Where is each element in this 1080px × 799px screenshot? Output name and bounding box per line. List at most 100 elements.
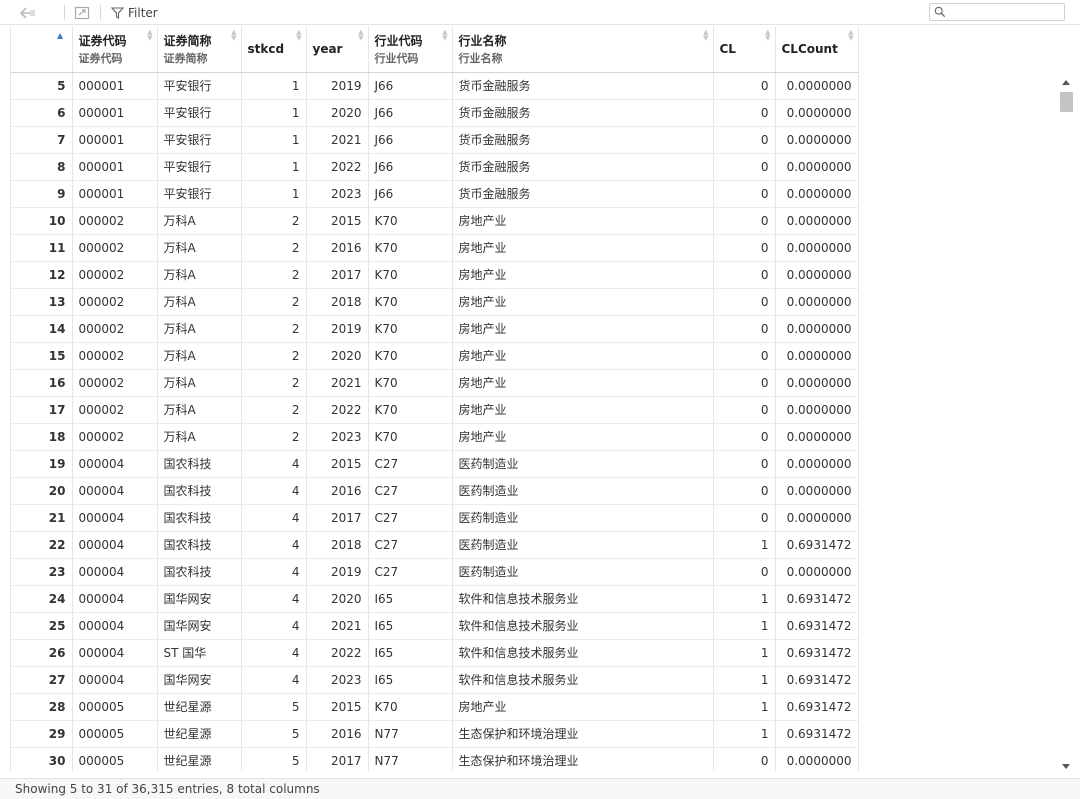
table-row[interactable]: 10 000002 万科A 2 2015 K70 房地产业 0 0.0000000 [11, 207, 859, 235]
search-box[interactable] [929, 3, 1065, 21]
table-row[interactable]: 28 000005 世纪星源 5 2015 K70 房地产业 1 0.6931472 [11, 693, 859, 721]
table-row[interactable]: 14 000002 万科A 2 2019 K70 房地产业 0 0.0000000 [11, 315, 859, 343]
cell-ind-name: 货币金融服务 [452, 126, 714, 154]
table-row[interactable]: 19 000004 国农科技 4 2015 C27 医药制造业 0 0.0000000 [11, 450, 859, 478]
cell-clcount: 0.0000000 [775, 207, 859, 235]
cell-year: 2023 [306, 666, 369, 694]
table-row[interactable]: 23 000004 国农科技 4 2019 C27 医药制造业 0 0.0000000 [11, 558, 859, 586]
header-cell-year[interactable]: year ▲ ▼ [306, 26, 369, 73]
cell-stkcd: 5 [241, 747, 307, 771]
cell-code: 000005 [72, 693, 158, 721]
cell-year: 2020 [306, 342, 369, 370]
cell-rownum: 7 [11, 126, 73, 154]
cell-rownum: 30 [11, 747, 73, 771]
cell-clcount: 0.0000000 [775, 72, 859, 100]
cell-ind-name: 房地产业 [452, 423, 714, 451]
header-cell-cl[interactable]: CL ▲ ▼ [713, 26, 776, 73]
header-cell-clcount[interactable]: CLCount ▲ ▼ [775, 26, 859, 73]
cell-name: 国华网安 [157, 666, 242, 694]
table-row[interactable]: 11 000002 万科A 2 2016 K70 房地产业 0 0.0000000 [11, 234, 859, 262]
cell-year: 2023 [306, 423, 369, 451]
filter-label: Filter [128, 5, 158, 20]
cell-clcount: 0.0000000 [775, 180, 859, 208]
cell-ind-code: K70 [368, 423, 453, 451]
table-row[interactable]: 16 000002 万科A 2 2021 K70 房地产业 0 0.0000000 [11, 369, 859, 397]
cell-cl: 1 [713, 612, 776, 640]
cell-year: 2022 [306, 153, 369, 181]
cell-cl: 0 [713, 126, 776, 154]
cell-ind-code: C27 [368, 450, 453, 478]
table-row[interactable]: 20 000004 国农科技 4 2016 C27 医药制造业 0 0.0000000 [11, 477, 859, 505]
table-row[interactable]: 6 000001 平安银行 1 2020 J66 货币金融服务 0 0.0000000 [11, 99, 859, 127]
cell-stkcd: 1 [241, 72, 307, 100]
sort-icon: ▲ ▼ [358, 28, 364, 42]
table-row[interactable]: 15 000002 万科A 2 2020 K70 房地产业 0 0.0000000 [11, 342, 859, 370]
cell-ind-code: K70 [368, 261, 453, 289]
cell-clcount: 0.6931472 [775, 612, 859, 640]
scroll-down-arrow-icon[interactable] [1062, 764, 1070, 769]
popout-icon[interactable] [72, 4, 92, 21]
back-arrow-icon[interactable] [17, 4, 39, 21]
header-subtitle: 证券简称 [163, 51, 208, 65]
table-row[interactable]: 27 000004 国华网安 4 2023 I65 软件和信息技术服务业 1 0.6931472 [11, 666, 859, 694]
table-row[interactable]: 22 000004 国农科技 4 2018 C27 医药制造业 1 0.6931472 [11, 531, 859, 559]
scroll-up-arrow-icon[interactable] [1062, 80, 1070, 85]
cell-stkcd: 5 [241, 693, 307, 721]
table-row[interactable]: 18 000002 万科A 2 2023 K70 房地产业 0 0.0000000 [11, 423, 859, 451]
table-row[interactable]: 8 000001 平安银行 1 2022 J66 货币金融服务 0 0.0000000 [11, 153, 859, 181]
cell-rownum: 16 [11, 369, 73, 397]
cell-cl: 0 [713, 99, 776, 127]
header-cell-rownum[interactable]: ▲ [11, 26, 73, 73]
cell-name: 平安银行 [157, 153, 242, 181]
header-cell-ind-code[interactable]: 行业代码 行业代码 ▲ ▼ [368, 26, 453, 73]
cell-code: 000002 [72, 369, 158, 397]
table-row[interactable]: 24 000004 国华网安 4 2020 I65 软件和信息技术服务业 1 0.6931472 [11, 585, 859, 613]
table-row[interactable]: 7 000001 平安银行 1 2021 J66 货币金融服务 0 0.0000000 [11, 126, 859, 154]
table-row[interactable]: 26 000004 ST 国华 4 2022 I65 软件和信息技术服务业 1 0.693147… [11, 639, 859, 667]
header-cell-name[interactable]: 证券简称 证券简称 ▲ ▼ [157, 26, 242, 73]
cell-cl: 0 [713, 369, 776, 397]
cell-name: 万科A [157, 207, 242, 235]
cell-rownum: 24 [11, 585, 73, 613]
cell-code: 000001 [72, 180, 158, 208]
cell-name: 国农科技 [157, 558, 242, 586]
search-input[interactable] [950, 5, 1064, 19]
cell-ind-name: 软件和信息技术服务业 [452, 666, 714, 694]
table-row[interactable]: 9 000001 平安银行 1 2023 J66 货币金融服务 0 0.0000000 [11, 180, 859, 208]
table-row[interactable]: 29 000005 世纪星源 5 2016 N77 生态保护和环境治理业 1 0.6931472 [11, 720, 859, 748]
cell-cl: 1 [713, 693, 776, 721]
table-row[interactable]: 30 000005 世纪星源 5 2017 N77 生态保护和环境治理业 0 0.0000000 [11, 747, 859, 771]
cell-year: 2015 [306, 693, 369, 721]
cell-rownum: 8 [11, 153, 73, 181]
table-row[interactable]: 21 000004 国农科技 4 2017 C27 医药制造业 0 0.0000000 [11, 504, 859, 532]
data-table: ▲ 证券代码 证券代码 ▲ ▼ 证券简称 证券简称 ▲ ▼ stkcd ▲ ▼ y [11, 26, 859, 771]
cell-stkcd: 2 [241, 423, 307, 451]
vertical-scrollbar[interactable] [1057, 74, 1075, 771]
cell-cl: 1 [713, 531, 776, 559]
toolbar-separator [64, 5, 65, 20]
header-cell-code[interactable]: 证券代码 证券代码 ▲ ▼ [72, 26, 158, 73]
cell-year: 2020 [306, 99, 369, 127]
table-row[interactable]: 25 000004 国华网安 4 2021 I65 软件和信息技术服务业 1 0.6931472 [11, 612, 859, 640]
cell-stkcd: 5 [241, 720, 307, 748]
cell-ind-name: 货币金融服务 [452, 180, 714, 208]
cell-ind-name: 货币金融服务 [452, 72, 714, 100]
filter-button[interactable]: Filter [111, 4, 158, 21]
cell-clcount: 0.0000000 [775, 261, 859, 289]
cell-ind-name: 房地产业 [452, 261, 714, 289]
header-cell-ind-name[interactable]: 行业名称 行业名称 ▲ ▼ [452, 26, 714, 73]
header-cell-stkcd[interactable]: stkcd ▲ ▼ [241, 26, 307, 73]
cell-code: 000004 [72, 558, 158, 586]
cell-code: 000002 [72, 261, 158, 289]
cell-clcount: 0.0000000 [775, 423, 859, 451]
sort-icon: ▲ ▼ [296, 28, 302, 42]
table-row[interactable]: 5 000001 平安银行 1 2019 J66 货币金融服务 0 0.0000000 [11, 72, 859, 100]
scrollbar-thumb[interactable] [1060, 92, 1073, 112]
table-row[interactable]: 13 000002 万科A 2 2018 K70 房地产业 0 0.0000000 [11, 288, 859, 316]
cell-stkcd: 1 [241, 153, 307, 181]
table-row[interactable]: 17 000002 万科A 2 2022 K70 房地产业 0 0.0000000 [11, 396, 859, 424]
cell-clcount: 0.0000000 [775, 396, 859, 424]
cell-ind-code: I65 [368, 612, 453, 640]
sort-icon: ▲ ▼ [147, 28, 153, 42]
table-row[interactable]: 12 000002 万科A 2 2017 K70 房地产业 0 0.0000000 [11, 261, 859, 289]
